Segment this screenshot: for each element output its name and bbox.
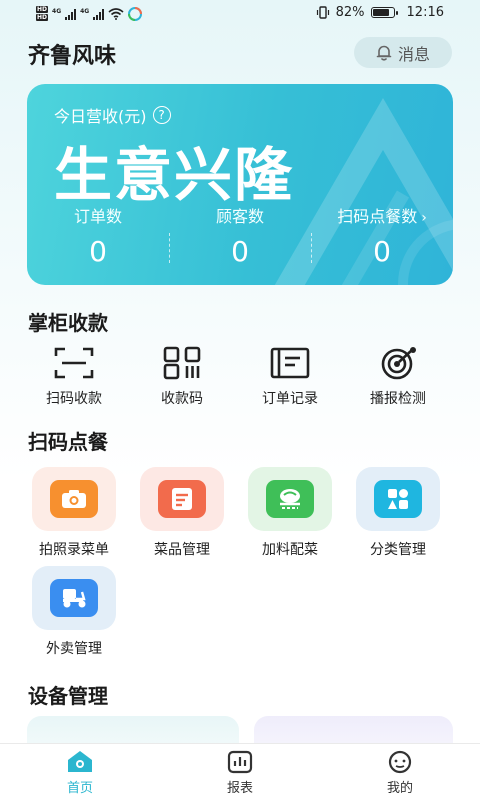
message-label: 消息 (397, 44, 430, 64)
status-bar: HD HD 4G 4G 82% 12:16 (0, 0, 480, 30)
photo-menu-button[interactable]: 拍照录菜单 (20, 467, 128, 559)
slogan: 生意兴隆 (54, 141, 295, 209)
report-icon (227, 750, 253, 774)
stat-value: 0 (89, 235, 107, 268)
tile-inner (266, 480, 314, 518)
cell-label: 收款码 (161, 391, 203, 407)
stat-label: 订单数 (73, 207, 122, 226)
cell-label: 菜品管理 (154, 542, 210, 558)
payment-grid: 扫码收款 收款码 订单记录 播报检测 (20, 346, 460, 408)
battery-icon (370, 7, 398, 18)
home-icon (68, 751, 92, 772)
tile (32, 566, 116, 630)
signal-icon (65, 8, 77, 20)
takeout-management-button[interactable]: 外卖管理 (20, 566, 128, 658)
vibrate-icon (316, 6, 329, 19)
camera-icon (62, 490, 86, 508)
dish-doc-icon (172, 488, 192, 510)
payment-code-button[interactable]: 收款码 (128, 346, 236, 408)
dish-management-button[interactable]: 菜品管理 (128, 467, 236, 559)
order-record-button[interactable]: 订单记录 (236, 346, 344, 408)
tile-inner (50, 480, 98, 518)
order-record-icon (270, 347, 310, 379)
cell-label: 播报检测 (370, 391, 426, 407)
ordering-grid-row-1: 拍照录菜单 菜品管理 加料配菜 分类管理 (20, 467, 460, 559)
message-button[interactable]: 消息 (354, 37, 452, 68)
section-title-ordering: 扫码点餐 (28, 430, 108, 454)
cell-label: 加料配菜 (262, 542, 318, 558)
stat-label: 顾客数 (215, 207, 264, 226)
tile-inner (158, 480, 206, 518)
scan-pay-button[interactable]: 扫码收款 (20, 346, 128, 408)
hd-label-1: HD (36, 6, 49, 13)
section-title-payment: 掌柜收款 (28, 311, 108, 335)
cell-label: 订单记录 (262, 391, 318, 407)
chevron-right-icon: › (421, 210, 427, 226)
stat-label-row: 扫码点餐数 › (311, 203, 453, 227)
tile (356, 467, 440, 531)
stat-value: 0 (231, 235, 249, 268)
broadcast-test-button[interactable]: 播报检测 (344, 346, 452, 408)
tile (248, 467, 332, 531)
app-notification-icon (128, 7, 143, 21)
cell-label: 外卖管理 (46, 641, 102, 657)
category-icon (388, 489, 408, 509)
network-type-2: 4G (80, 7, 90, 15)
tile (140, 467, 224, 531)
revenue-label-row: 今日营收(元) ? (54, 103, 171, 127)
tile-inner (50, 579, 98, 617)
category-management-button[interactable]: 分类管理 (344, 467, 452, 559)
section-title-device: 设备管理 (28, 684, 108, 708)
revenue-label: 今日营收(元) (54, 107, 147, 126)
stat-value: 0 (373, 235, 391, 268)
stats-row: 订单数 0 顾客数 0 扫码点餐数 › 0 (27, 203, 453, 268)
nav-label: 我的 (386, 781, 413, 796)
cell-label: 拍照录菜单 (39, 542, 109, 558)
tile (32, 467, 116, 531)
bell-icon (376, 45, 392, 61)
tile-inner (374, 480, 422, 518)
hd-label-2: HD (36, 14, 49, 21)
stat-customers: 顾客数 0 (169, 203, 311, 268)
nav-profile[interactable]: 我的 (320, 744, 480, 800)
hd-icon: HD HD (36, 6, 49, 22)
help-icon[interactable]: ? (152, 106, 171, 124)
network-type-1: 4G (52, 7, 62, 15)
broadcast-test-icon (381, 347, 416, 380)
cell-label: 扫码收款 (46, 391, 102, 407)
nav-report[interactable]: 报表 (160, 744, 320, 800)
stat-orders: 订单数 0 (27, 203, 169, 268)
scooter-icon (63, 589, 86, 608)
qrcode-icon (163, 346, 201, 380)
addon-dishes-button[interactable]: 加料配菜 (236, 467, 344, 559)
nav-home[interactable]: 首页 (0, 744, 160, 800)
ordering-grid-row-2: 外卖管理 (20, 566, 460, 658)
bowl-icon (280, 489, 300, 509)
scan-icon (54, 347, 94, 379)
stat-scan-orders[interactable]: 扫码点餐数 › 0 (311, 203, 453, 268)
bottom-nav: 首页 报表 我的 (0, 743, 480, 800)
profile-icon (388, 750, 412, 774)
signal-icon-2 (93, 8, 105, 20)
nav-label: 首页 (66, 781, 93, 796)
app-title: 齐鲁风味 (28, 44, 117, 69)
battery-percent: 82% (335, 5, 365, 20)
stat-label: 扫码点餐数 (337, 207, 418, 226)
nav-label: 报表 (226, 781, 253, 796)
cell-label: 分类管理 (370, 542, 426, 558)
wifi-icon (108, 8, 124, 20)
clock: 12:16 (406, 5, 444, 20)
revenue-banner: 今日营收(元) ? 生意兴隆 订单数 0 顾客数 0 扫码点餐数 › 0 (27, 84, 453, 285)
